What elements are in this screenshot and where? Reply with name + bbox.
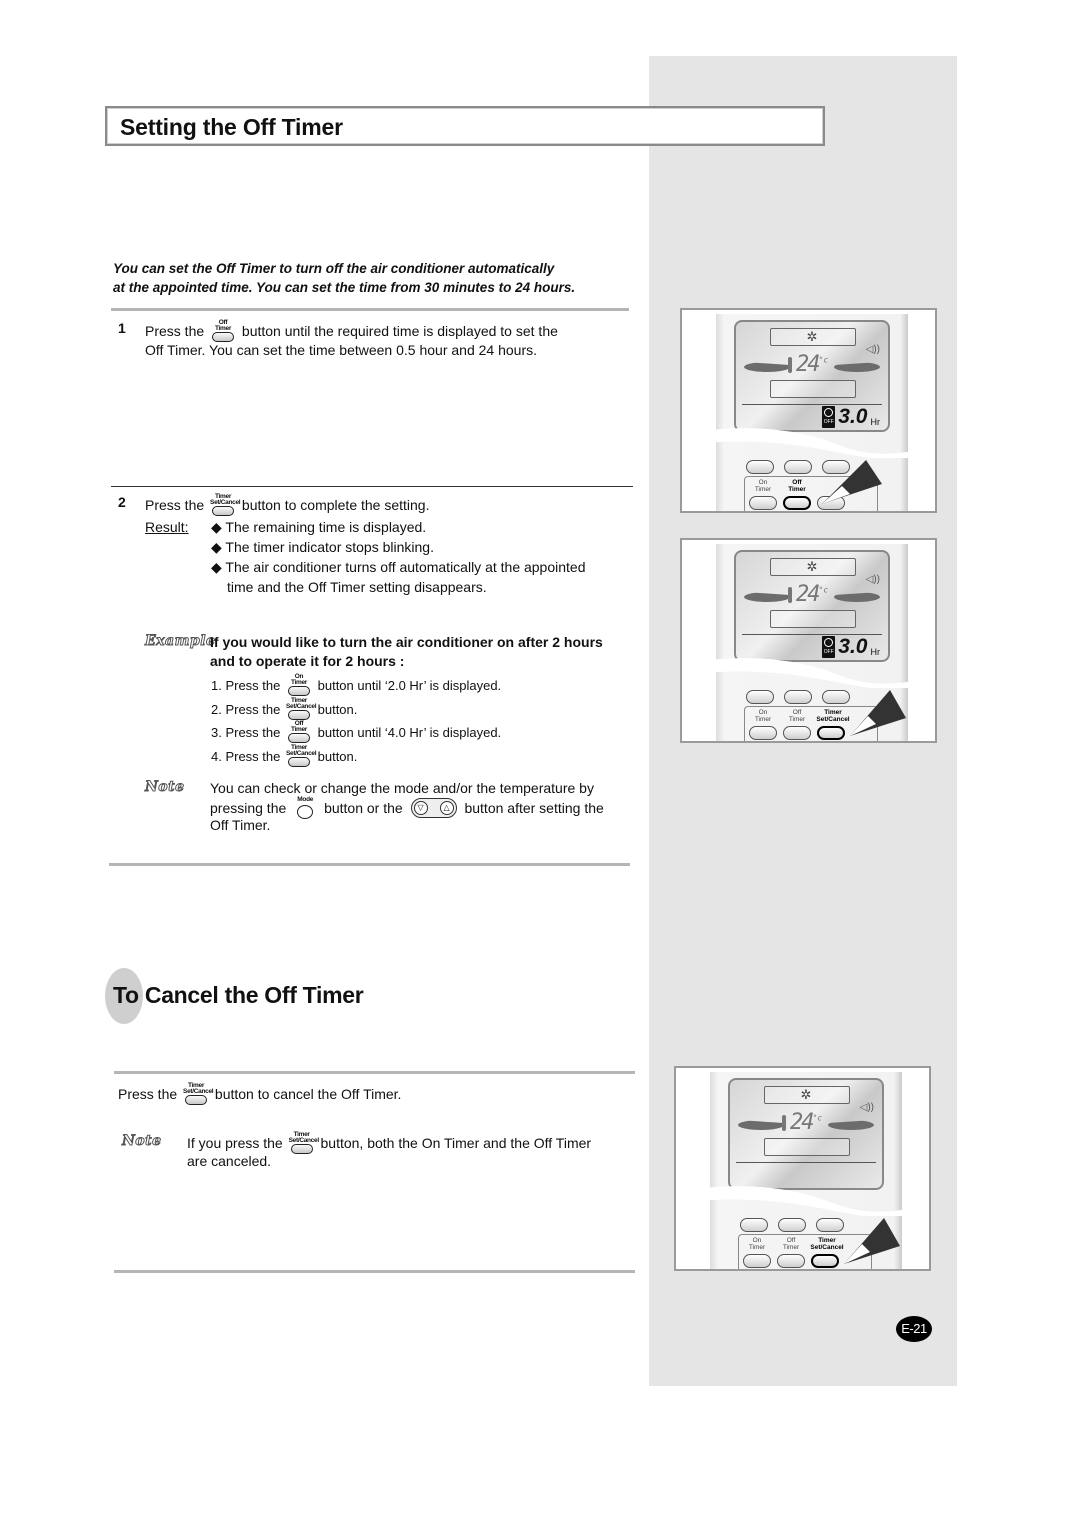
note-label: Note (122, 1133, 162, 1150)
cutaway-wave (716, 658, 908, 688)
example-label: Example (144, 633, 216, 650)
divider (109, 863, 630, 866)
cancel-heading: To Cancel the Off Timer (113, 982, 364, 1008)
bullet-icon: ◆ (211, 519, 222, 535)
intro-line-1: You can set the Off Timer to turn off th… (113, 261, 555, 276)
remote-lcd-display: ✲ ◁)) 24°c (728, 1078, 884, 1190)
cool-mode-icon: ✲ (806, 329, 818, 344)
fan-arc-left-icon (744, 592, 790, 602)
temperature-buttons-icon: ▽ △ (410, 798, 457, 818)
cancel-note-line-2: are canceled. (187, 1153, 272, 1169)
example-step-3: 3. Press the Off Timer button until ‘4.0 … (211, 720, 501, 743)
step-1-line-1: Press the Off Timer button until the requ… (145, 319, 558, 342)
intro-text: You can set the Off Timer to turn off th… (113, 259, 575, 297)
cool-mode-icon: ✲ (806, 559, 818, 574)
bullet-icon: ◆ (211, 539, 222, 555)
thermometer-icon (788, 357, 792, 373)
result-item: ◆ The timer indicator stops blinking. (211, 539, 434, 555)
temperature-readout: 24 (796, 582, 820, 607)
intro-line-2: at the appointed time. You can set the t… (113, 280, 576, 295)
note-line-3: Off Timer. (210, 817, 271, 833)
mode-button-icon: Mode (292, 796, 318, 819)
pointer-arrow-icon (822, 460, 882, 504)
example-heading-2: and to operate it for 2 hours : (210, 653, 405, 669)
timer-set-cancel-button-icon: Timer Set/Cancel (183, 1082, 214, 1105)
fan-arc-right-icon (834, 362, 880, 372)
timer-set-cancel-button-icon: Timer Set/Cancel (210, 493, 241, 516)
pointer-arrow-icon (844, 1218, 900, 1264)
cool-mode-icon: ✲ (800, 1087, 812, 1102)
note-line-1: You can check or change the mode and/or … (210, 780, 594, 796)
timer-set-cancel-button-icon: Timer Set/Cancel (286, 697, 317, 720)
result-item: ◆ The remaining time is displayed. (211, 519, 427, 535)
step-1-line-2: Off Timer. You can set the time between … (145, 342, 537, 358)
remote-illustration-step-2: ✲ ◁)) 24°c OFF 3.0 Hr On Timer Off Timer Tim… (680, 538, 937, 743)
divider (114, 1270, 635, 1273)
speaker-icon: ◁)) (865, 344, 880, 355)
off-timer-button-icon: Off Timer (210, 319, 236, 342)
timer-set-cancel-button-icon: Timer Set/Cancel (286, 744, 317, 767)
result-item: ◆ The air conditioner turns off automati… (211, 559, 586, 575)
off-timer-button-icon: Off Timer (286, 720, 312, 743)
fan-arc-right-icon (828, 1120, 874, 1130)
temperature-readout: 24 (790, 1110, 814, 1135)
cutaway-wave (710, 1186, 902, 1216)
divider (111, 486, 633, 487)
speaker-icon: ◁)) (865, 574, 880, 585)
pointer-arrow-icon (850, 690, 906, 736)
timer-set-cancel-remote-button (817, 726, 845, 740)
speaker-icon: ◁)) (859, 1102, 874, 1113)
step-2-number: 2 (118, 494, 126, 510)
remote-illustration-cancel: ✲ ◁)) 24°c On Timer Off Timer Timer Set/Can… (674, 1066, 931, 1271)
thermometer-icon (782, 1115, 786, 1131)
divider (114, 1071, 635, 1074)
section-title-box: Setting the Off Timer (105, 106, 825, 146)
timer-set-cancel-button-icon: Timer Set/Cancel (289, 1131, 319, 1154)
note-label: Note (145, 779, 185, 796)
example-step-4: 4. Press the Timer Set/Cancel button. (211, 744, 357, 767)
divider (111, 308, 629, 311)
fan-arc-left-icon (738, 1120, 784, 1130)
bullet-icon: ◆ (211, 559, 222, 575)
timer-set-cancel-remote-button (811, 1254, 839, 1268)
result-label: Result: (145, 519, 189, 535)
page-number-badge: E-21 (896, 1316, 932, 1342)
example-step-2: 2. Press the Timer Set/Cancel button. (211, 697, 357, 720)
remote-lcd-display: ✲ ◁)) 24°c OFF 3.0 Hr (734, 320, 890, 432)
thermometer-icon (788, 587, 792, 603)
off-timer-remote-button (783, 496, 811, 510)
fan-arc-left-icon (744, 362, 790, 372)
step-1-number: 1 (118, 320, 126, 336)
result-item-continued: time and the Off Timer setting disappear… (227, 579, 487, 595)
temperature-readout: 24 (796, 352, 820, 377)
remote-illustration-step-1: ✲ ◁)) 24°c OFF 3.0 Hr On Timer Off Timer (680, 308, 937, 513)
remote-lcd-display: ✲ ◁)) 24°c OFF 3.0 Hr (734, 550, 890, 662)
step-2-line-1: Press the Timer Set/Cancel button to comp… (145, 493, 430, 516)
fan-arc-right-icon (834, 592, 880, 602)
example-step-1: 1. Press the On Timer button until ‘2.0 H… (211, 673, 501, 696)
on-timer-button-icon: On Timer (286, 673, 312, 696)
page-title: Setting the Off Timer (120, 114, 343, 140)
example-heading-1: If you would like to turn the air condit… (210, 634, 603, 650)
cancel-instruction: Press the Timer Set/Cancel button to canc… (118, 1082, 401, 1105)
